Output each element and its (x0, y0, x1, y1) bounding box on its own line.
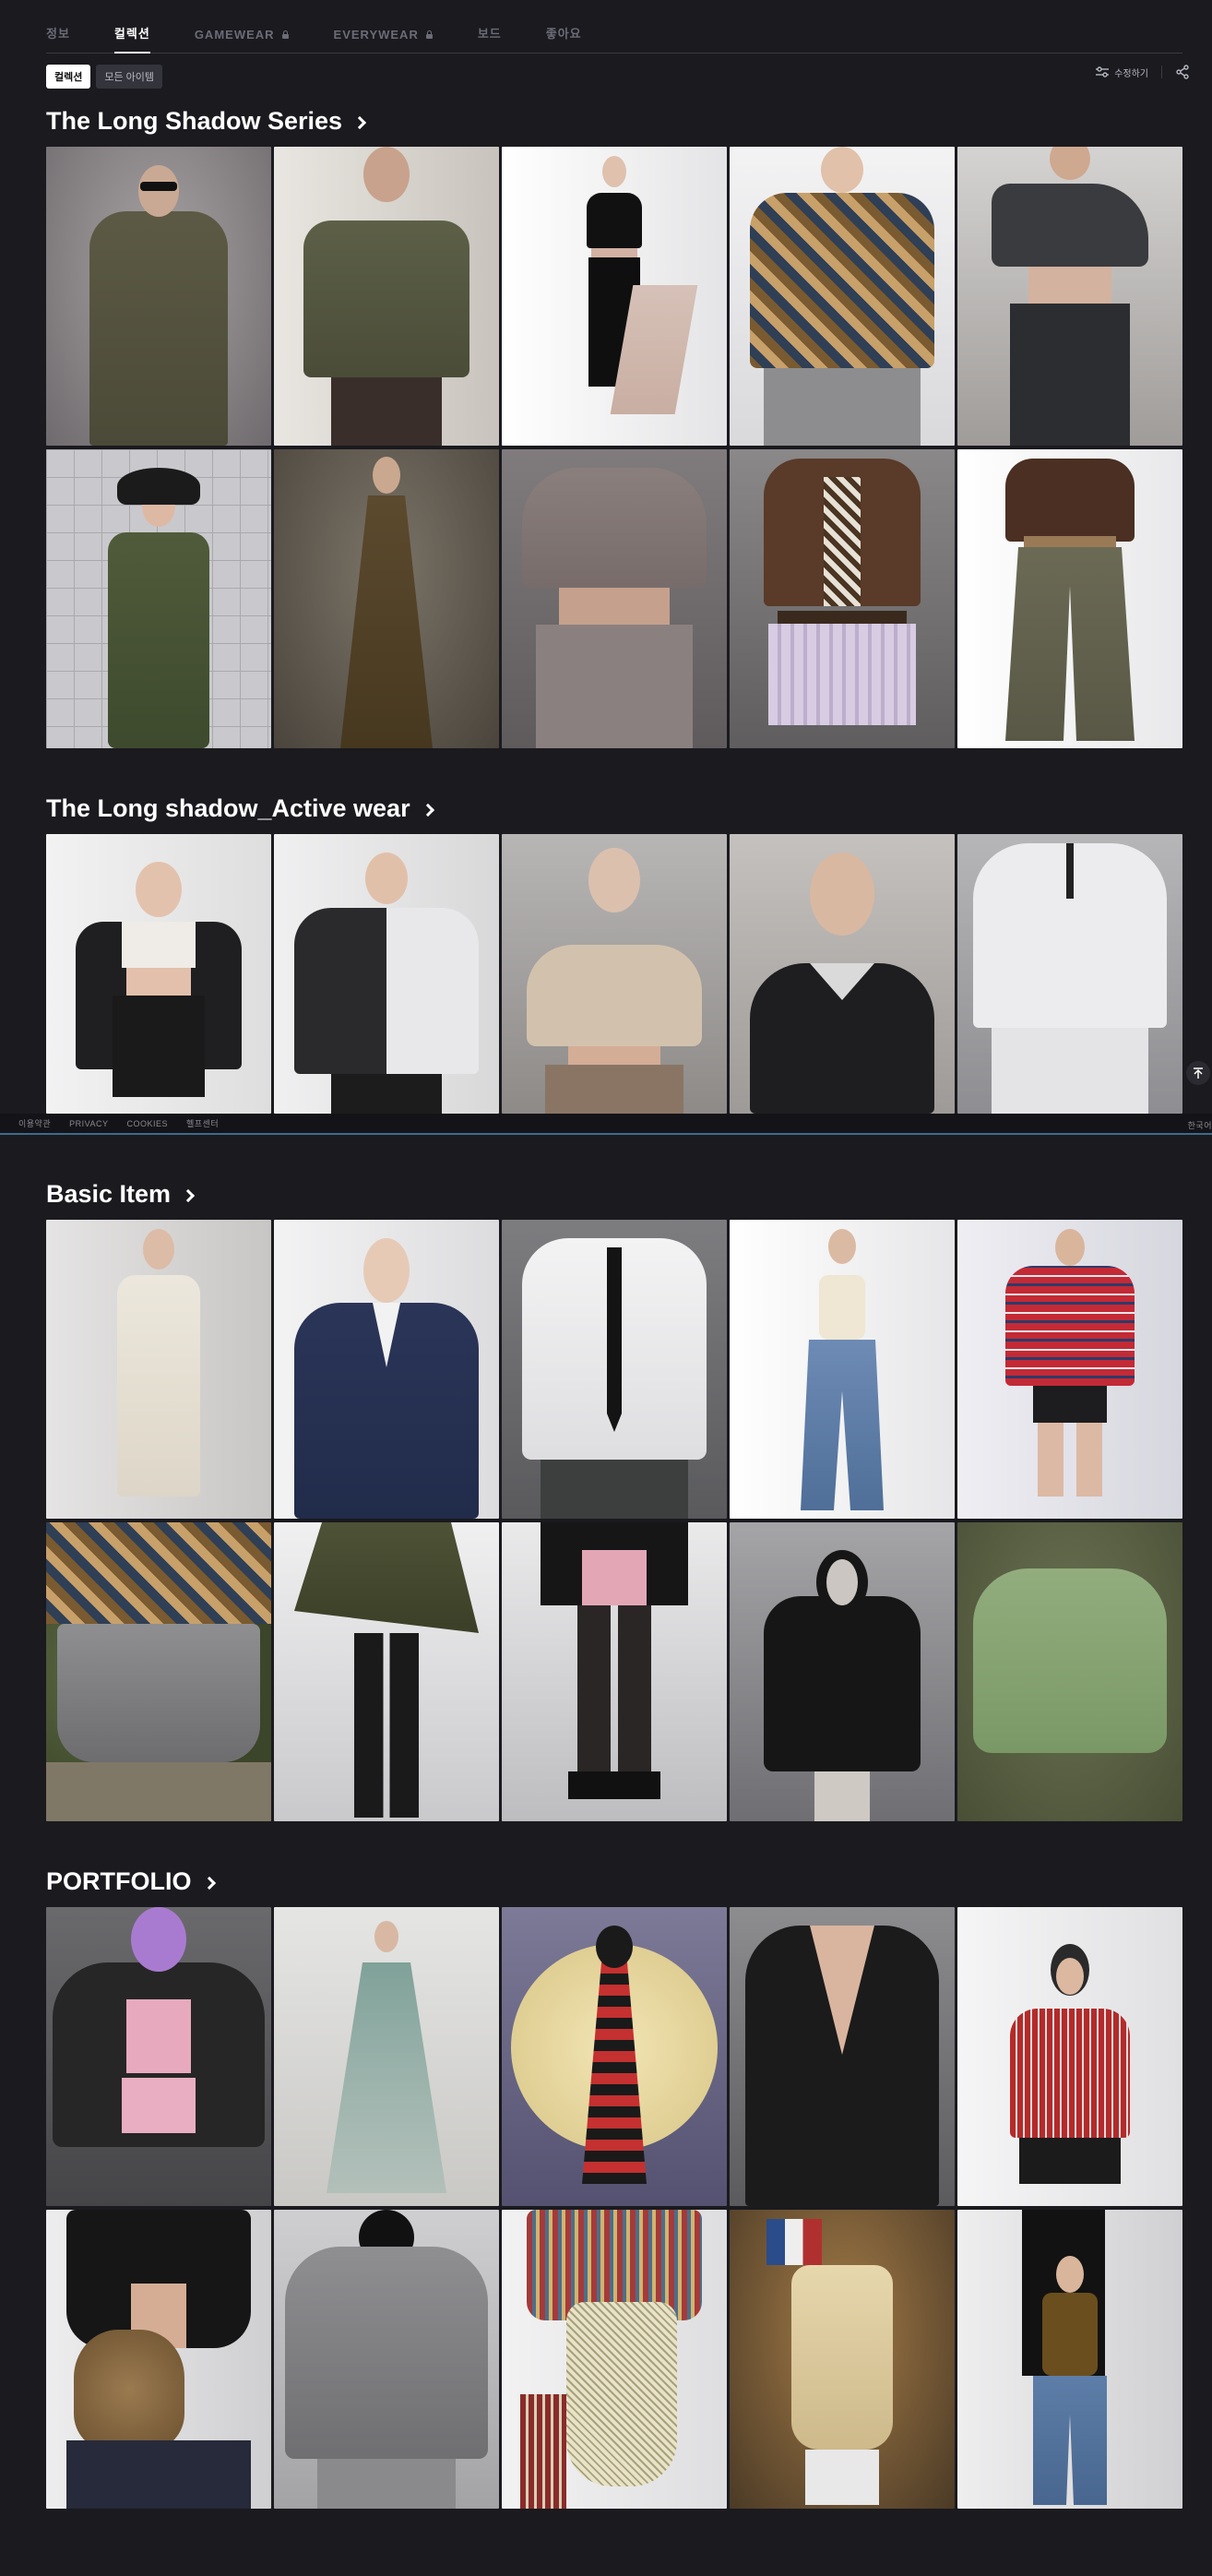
sliders-icon (1096, 66, 1110, 78)
profile-tabs: 정보 컬렉션 GAMEWEAR EVERYWEAR 보드 좋아요 (46, 0, 1182, 54)
collection-thumbnail[interactable] (730, 1220, 955, 1519)
collection-thumbnail[interactable] (274, 1907, 499, 2206)
footer-link-cookies[interactable]: COOKIES (126, 1119, 168, 1128)
scroll-to-top-button[interactable] (1186, 1061, 1210, 1085)
edit-label: 수정하기 (1114, 68, 1148, 79)
footer: 이용약관 PRIVACY COOKIES 헬프센터 한국어 (0, 1114, 1212, 1135)
collection-thumbnail[interactable] (730, 449, 955, 748)
collection-thumbnail[interactable] (46, 834, 271, 1114)
collection-thumbnail[interactable] (502, 834, 727, 1114)
collection-thumbnail[interactable] (502, 1522, 727, 1821)
collection-thumbnail[interactable] (957, 2210, 1182, 2509)
collection-thumbnail[interactable] (730, 834, 955, 1114)
lock-icon (281, 30, 290, 39)
arrow-up-icon (1194, 1067, 1203, 1079)
tab-label: 컬렉션 (113, 27, 150, 41)
collection-thumbnail[interactable] (957, 1220, 1182, 1519)
divider (1161, 66, 1162, 78)
toolbar-right: 수정하기 (1096, 65, 1190, 79)
section-title-basic-item[interactable]: Basic Item (46, 1180, 196, 1209)
section-title-text: Basic Item (46, 1180, 172, 1208)
tab-label: GAMEWEAR (194, 28, 275, 42)
footer-link-terms[interactable]: 이용약관 (18, 1117, 51, 1129)
chevron-right-icon (182, 1188, 196, 1202)
collection-thumbnail[interactable] (502, 2210, 727, 2509)
filter-all-items[interactable]: 모든 아이템 (96, 65, 163, 89)
collection-thumbnail[interactable] (274, 2210, 499, 2509)
tab-collection[interactable]: 컬렉션 (113, 24, 150, 54)
section-title-long-shadow[interactable]: The Long Shadow Series (46, 107, 367, 136)
tab-likes[interactable]: 좋아요 (546, 24, 582, 53)
collection-thumbnail[interactable] (730, 2210, 955, 2509)
section-title-portfolio[interactable]: PORTFOLIO (46, 1867, 216, 1896)
section-title-text: The Long Shadow Series (46, 107, 343, 135)
collection-thumbnail[interactable] (730, 1522, 955, 1821)
collection-thumbnail[interactable] (502, 147, 727, 446)
collection-thumbnail[interactable] (46, 1907, 271, 2206)
tab-label: 정보 (46, 27, 70, 41)
collection-thumbnail[interactable] (274, 449, 499, 748)
collection-thumbnail[interactable] (274, 147, 499, 446)
collection-thumbnail[interactable] (957, 147, 1182, 446)
collection-grid (46, 147, 1182, 748)
collection-thumbnail[interactable] (730, 1907, 955, 2206)
collection-thumbnail[interactable] (274, 1220, 499, 1519)
collection-thumbnail[interactable] (46, 147, 271, 446)
collection-thumbnail[interactable] (730, 147, 955, 446)
collection-thumbnail[interactable] (274, 1522, 499, 1821)
collection-grid (46, 834, 1182, 1114)
footer-link-help[interactable]: 헬프센터 (186, 1117, 219, 1129)
collection-thumbnail[interactable] (502, 1907, 727, 2206)
filter-collection[interactable]: 컬렉션 (46, 65, 91, 89)
collection-thumbnail[interactable] (46, 1522, 271, 1821)
chevron-right-icon (352, 115, 367, 129)
collection-thumbnail[interactable] (274, 834, 499, 1114)
collection-thumbnail[interactable] (957, 1522, 1182, 1821)
collection-thumbnail[interactable] (46, 2210, 271, 2509)
section-title-active-wear[interactable]: The Long shadow_Active wear (46, 794, 434, 823)
tab-info[interactable]: 정보 (46, 24, 70, 53)
tab-label: 보드 (477, 27, 502, 41)
chevron-right-icon (202, 1876, 216, 1890)
lock-icon (425, 30, 434, 39)
tab-label: 좋아요 (545, 27, 582, 41)
collection-thumbnail[interactable] (502, 1220, 727, 1519)
tab-label: EVERYWEAR (333, 28, 419, 42)
collection-thumbnail[interactable] (46, 449, 271, 748)
filter-bar: 컬렉션 모든 아이템 (46, 65, 163, 89)
language-selector[interactable]: 한국어 (1188, 1119, 1212, 1131)
section-title-text: The Long shadow_Active wear (46, 794, 410, 822)
collection-thumbnail[interactable] (46, 1220, 271, 1519)
collection-thumbnail[interactable] (957, 449, 1182, 748)
tab-everywear[interactable]: EVERYWEAR (334, 28, 434, 53)
collection-grid (46, 1220, 1182, 1821)
collection-thumbnail[interactable] (502, 449, 727, 748)
collection-grid (46, 1907, 1182, 2509)
chevron-right-icon (421, 803, 434, 817)
share-icon[interactable] (1175, 65, 1190, 79)
collection-thumbnail[interactable] (957, 834, 1182, 1114)
collection-thumbnail[interactable] (957, 1907, 1182, 2206)
footer-link-privacy[interactable]: PRIVACY (69, 1119, 108, 1128)
section-title-text: PORTFOLIO (46, 1867, 192, 1895)
tab-gamewear[interactable]: GAMEWEAR (195, 28, 290, 53)
tab-board[interactable]: 보드 (478, 24, 502, 53)
edit-button[interactable]: 수정하기 (1096, 66, 1148, 79)
